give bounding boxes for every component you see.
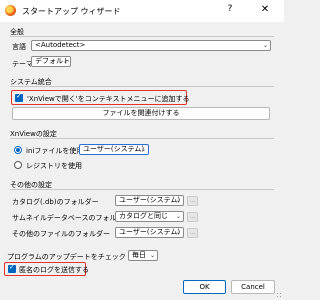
check-icon: ✓	[9, 263, 15, 271]
resize-grip-icon[interactable]	[276, 292, 282, 298]
help-button[interactable]: ?	[220, 4, 240, 18]
registry-label: レジストリを使用	[26, 162, 82, 170]
language-value: <Autodetect>	[35, 41, 86, 49]
chevron-down-icon: ⌄	[175, 229, 181, 236]
other-files-folder-value: ユーザー(システム)	[119, 228, 181, 236]
app-icon	[5, 5, 16, 16]
language-label: 言語	[12, 43, 26, 51]
other-files-folder-select[interactable]: ユーザー(システム) ⌄	[115, 227, 184, 238]
chevron-down-icon: ⌄	[262, 42, 268, 49]
ini-label: iniファイルを使用	[26, 147, 84, 155]
chevron-down-icon: ⌄	[175, 213, 181, 220]
chevron-down-icon: ⌄	[140, 146, 146, 153]
thumbnail-folder-select[interactable]: カタログと同じ ⌄	[115, 211, 184, 222]
theme-select[interactable]: デフォルト ⌄	[31, 56, 71, 67]
context-menu-label: 'XnViewで開く'をコンテキストメニューに追加する	[27, 95, 190, 103]
catalog-folder-value: ユーザー(システム)	[119, 196, 181, 204]
general-divider	[10, 36, 274, 37]
send-log-label: 匿名のログを送信する	[19, 266, 89, 274]
update-check-label: プログラムのアップデートをチェック	[7, 253, 126, 261]
ok-button[interactable]: OK	[183, 280, 226, 294]
other-divider	[10, 189, 274, 190]
language-select[interactable]: <Autodetect> ⌄	[31, 40, 271, 51]
other-files-folder-label: その他のファイルのフォルダー	[12, 230, 110, 238]
close-button[interactable]: ✕	[255, 4, 275, 18]
integration-divider	[10, 86, 274, 87]
settings-divider	[10, 138, 274, 139]
other-files-browse-button[interactable]: ...	[187, 228, 198, 238]
chevron-down-icon: ⌄	[175, 197, 181, 204]
theme-label: テーマ	[12, 60, 33, 68]
ini-location-value: ユーザー(システム)	[83, 145, 145, 153]
ini-radio[interactable]	[14, 146, 22, 154]
thumbnail-folder-value: カタログと同じ	[119, 212, 168, 220]
update-frequency-select[interactable]: 毎日 ⌄	[128, 250, 158, 261]
catalog-folder-label: カタログ(.db)のフォルダー	[12, 198, 99, 206]
catalog-folder-select[interactable]: ユーザー(システム) ⌄	[115, 195, 184, 206]
send-log-checkbox[interactable]: ✓	[8, 263, 16, 273]
chevron-down-icon: ⌄	[62, 58, 68, 65]
registry-radio[interactable]	[14, 161, 22, 169]
cancel-button[interactable]: Cancel	[231, 280, 275, 294]
thumbnail-browse-button[interactable]: ...	[187, 212, 198, 222]
check-icon: ✓	[16, 92, 22, 100]
catalog-browse-button[interactable]: ...	[187, 196, 198, 206]
update-frequency-value: 毎日	[132, 251, 146, 259]
associate-files-button[interactable]: ファイルを関連付けする	[12, 107, 270, 120]
ini-location-select[interactable]: ユーザー(システム) ⌄	[79, 144, 149, 155]
window-title: スタートアップ ウィザード	[22, 7, 121, 16]
chevron-down-icon: ⌄	[149, 252, 155, 259]
context-menu-checkbox[interactable]: ✓	[15, 92, 23, 102]
thumbnail-folder-label: サムネイルデータベースのフォルダー	[12, 214, 131, 222]
title-bar: スタートアップ ウィザード ? ✕	[0, 0, 284, 22]
